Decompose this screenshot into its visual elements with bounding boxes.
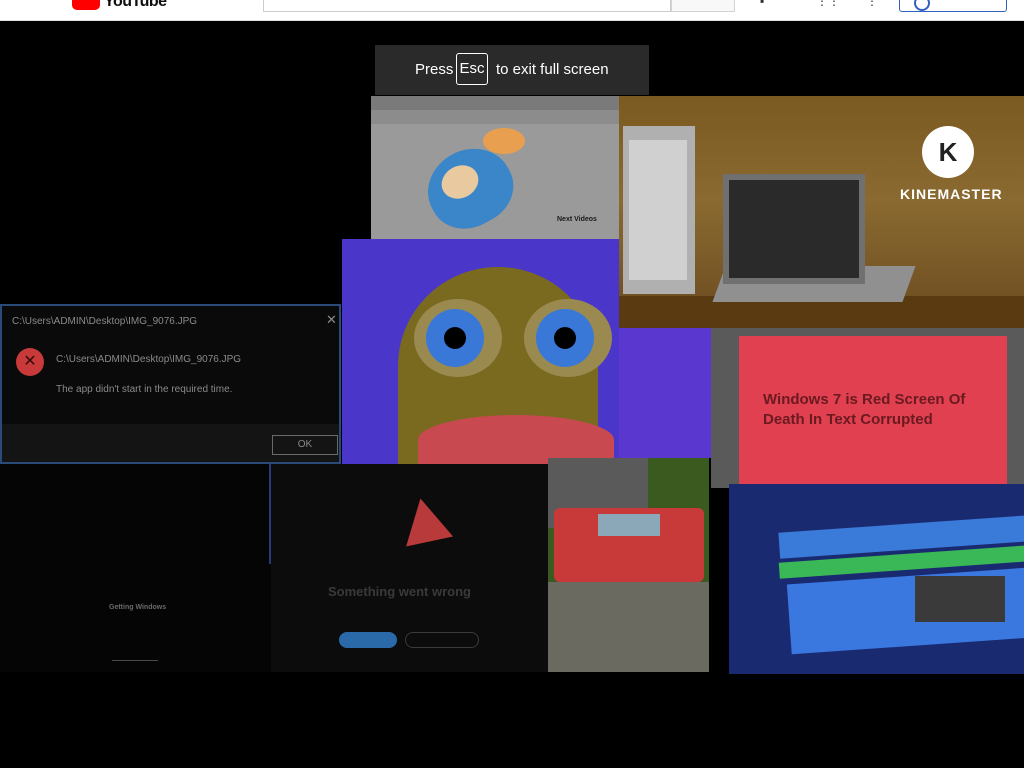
apps-icon[interactable]: ⋮⋮	[816, 0, 840, 8]
kinemaster-logo-letter: K	[938, 137, 958, 167]
dark-tile-text: Getting Windows	[109, 604, 167, 611]
account-icon	[914, 0, 930, 11]
error-dialog-path: C:\Users\ADMIN\Desktop\IMG_9076.JPG	[56, 354, 242, 365]
sign-in-button[interactable]	[899, 0, 1007, 12]
video-tile-something-wrong: Something went wrong	[271, 464, 548, 672]
search-button[interactable]	[671, 0, 735, 12]
search-input[interactable]	[263, 0, 671, 12]
close-icon: ✕	[326, 312, 337, 327]
something-wrong-secondary-button	[405, 632, 479, 648]
video-tile-dark: Getting Windows	[0, 464, 271, 672]
something-wrong-heading: Something went wrong	[328, 584, 471, 599]
youtube-logo-icon[interactable]	[72, 0, 100, 10]
mic-icon[interactable]: ▪	[760, 0, 764, 8]
video-tile-pocoyo: Next Videos	[371, 96, 619, 239]
red-screen-text: Windows 7 is Red Screen Of Death In Text…	[763, 391, 966, 428]
kinemaster-text: KINEMASTER	[900, 186, 1003, 202]
video-tile-purple	[619, 328, 711, 458]
error-icon: ✕	[16, 348, 44, 376]
video-tile-truck	[548, 458, 709, 672]
video-tile-error-dialog: C:\Users\ADMIN\Desktop\IMG_9076.JPG ✕ ✕ …	[0, 304, 341, 464]
kinemaster-logo-icon: K	[922, 126, 974, 178]
esc-key-badge: Esc	[456, 53, 488, 85]
toast-suffix: to exit full screen	[496, 61, 609, 78]
youtube-logo-text[interactable]: YouTube	[104, 0, 167, 11]
more-icon[interactable]: ⋮	[866, 0, 878, 8]
toast-prefix: Press	[415, 61, 454, 78]
video-tile-red-screen: Windows 7 is Red Screen Of Death In Text…	[711, 328, 1024, 488]
video-tile-blue-screen	[729, 484, 1024, 674]
warning-icon	[396, 493, 454, 547]
kinemaster-watermark: K KINEMASTER	[900, 126, 1010, 206]
something-wrong-primary-button	[339, 632, 397, 648]
search-icon	[698, 1, 708, 5]
error-dialog-ok-button: OK	[272, 435, 338, 455]
pocoyo-label: Next Videos	[557, 216, 597, 223]
video-tile-eyes	[342, 239, 619, 465]
youtube-header: YouTube ▪ ⋮⋮ ⋮	[0, 0, 1024, 21]
error-dialog-message: The app didn't start in the required tim…	[56, 384, 233, 395]
error-dialog-title: C:\Users\ADMIN\Desktop\IMG_9076.JPG	[12, 316, 198, 327]
fullscreen-exit-toast: Press Esc to exit full screen	[375, 45, 649, 95]
